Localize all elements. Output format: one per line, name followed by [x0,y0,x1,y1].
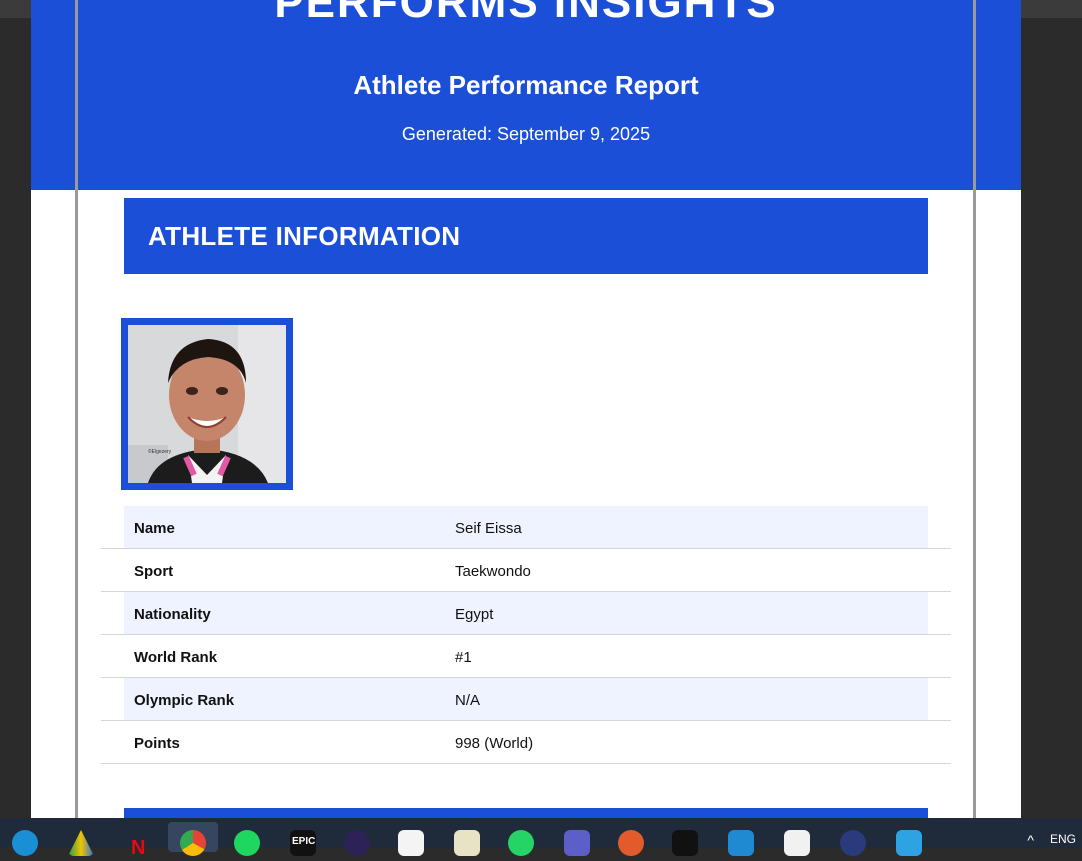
language-indicator[interactable]: ENG [1050,832,1076,846]
report-title: Athlete Performance Report [353,70,699,100]
left-border-line [75,0,78,818]
edge-icon[interactable] [12,830,38,856]
row-label: Nationality [134,606,211,623]
notepad-icon[interactable] [896,830,922,856]
row-value: 998 (World) [455,735,534,752]
row-value: #1 [455,649,472,666]
photo-credit: ©Elgezery [148,449,172,455]
table-row: Olympic Rank N/A [101,678,951,721]
right-border-line [973,0,976,818]
table-row: Sport Taekwondo [101,549,951,592]
athlete-photo: ©Elgezery [128,325,286,483]
row-label: Points [134,735,180,752]
section-header-athlete-information: ATHLETE INFORMATION [124,198,928,274]
section-title: ATHLETE INFORMATION [148,221,461,251]
athlete-info-table: Name Seif Eissa Sport Taekwondo National… [101,506,951,764]
app-icon[interactable] [398,830,424,856]
table-row: Nationality Egypt [101,592,951,635]
svg-text:EPIC: EPIC [292,836,315,847]
row-label: Name [134,520,175,537]
notes-icon[interactable] [454,830,480,856]
netflix-icon[interactable]: N [124,830,150,859]
generated-date: Generated: September 9, 2025 [401,124,651,144]
eclipse-icon[interactable] [344,830,370,856]
table-row: World Rank #1 [101,635,951,678]
teams-icon[interactable] [564,830,590,856]
row-label: World Rank [134,649,218,666]
row-label: Sport [134,563,174,580]
nvidia-icon[interactable] [672,830,698,856]
brand-title: PERFORMS INSIGHTS [274,0,778,27]
table-row: Name Seif Eissa [101,506,951,549]
report-page[interactable]: PERFORMS INSIGHTS Athlete Performance Re… [31,0,1021,818]
vscode-icon[interactable] [728,830,754,856]
row-label: Olympic Rank [134,692,235,709]
whatsapp-icon[interactable] [508,830,534,856]
chrome-icon[interactable] [180,830,206,856]
spotify-icon[interactable] [234,830,260,856]
epic-games-icon[interactable]: EPIC [290,830,316,856]
document-icon[interactable] [784,830,810,856]
report-header: PERFORMS INSIGHTS Athlete Performance Re… [31,0,1021,190]
table-row: Points 998 (World) [101,721,951,764]
taskbar: N EPIC ^ ENG [0,818,1082,859]
row-value: Taekwondo [455,563,531,580]
next-section-header [124,808,928,818]
athlete-photo-frame: ©Elgezery [121,318,293,490]
row-value: Egypt [455,606,494,623]
owl-icon[interactable] [618,830,644,856]
row-value: N/A [455,692,481,709]
row-value: Seif Eissa [455,520,522,537]
google-drive-icon[interactable] [68,830,94,856]
svg-text:N: N [131,837,145,856]
athlete-portrait-image [128,325,286,483]
network-icon[interactable] [840,830,866,856]
chevron-up-icon[interactable]: ^ [1027,832,1034,848]
